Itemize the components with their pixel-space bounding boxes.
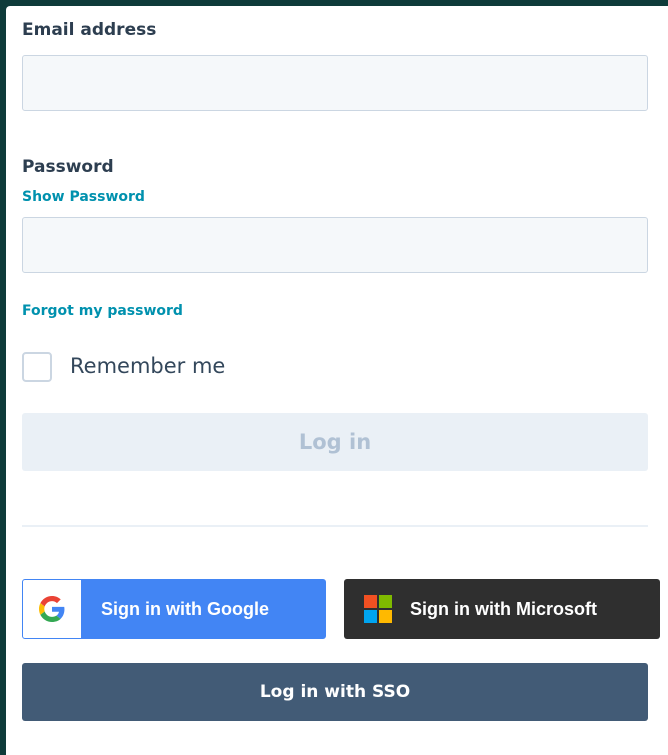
email-label: Email address bbox=[22, 20, 157, 40]
login-form: Email address Password Show Password For… bbox=[6, 6, 668, 755]
divider bbox=[22, 525, 648, 527]
sign-in-microsoft-button[interactable]: Sign in with Microsoft bbox=[344, 579, 660, 639]
forgot-password-link[interactable]: Forgot my password bbox=[22, 303, 183, 319]
sign-in-google-button[interactable]: Sign in with Google bbox=[22, 579, 326, 639]
login-with-sso-button[interactable]: Log in with SSO bbox=[22, 663, 648, 721]
remember-me-label[interactable]: Remember me bbox=[70, 354, 225, 378]
microsoft-logo-icon bbox=[364, 595, 392, 623]
password-input[interactable] bbox=[22, 217, 648, 273]
password-label: Password bbox=[22, 157, 114, 177]
google-logo-icon bbox=[23, 580, 81, 638]
show-password-link[interactable]: Show Password bbox=[22, 189, 145, 205]
email-input[interactable] bbox=[22, 55, 648, 111]
microsoft-button-label: Sign in with Microsoft bbox=[410, 599, 597, 619]
remember-me-checkbox[interactable] bbox=[22, 352, 52, 382]
login-button[interactable]: Log in bbox=[22, 413, 648, 471]
google-button-label: Sign in with Google bbox=[101, 599, 269, 619]
